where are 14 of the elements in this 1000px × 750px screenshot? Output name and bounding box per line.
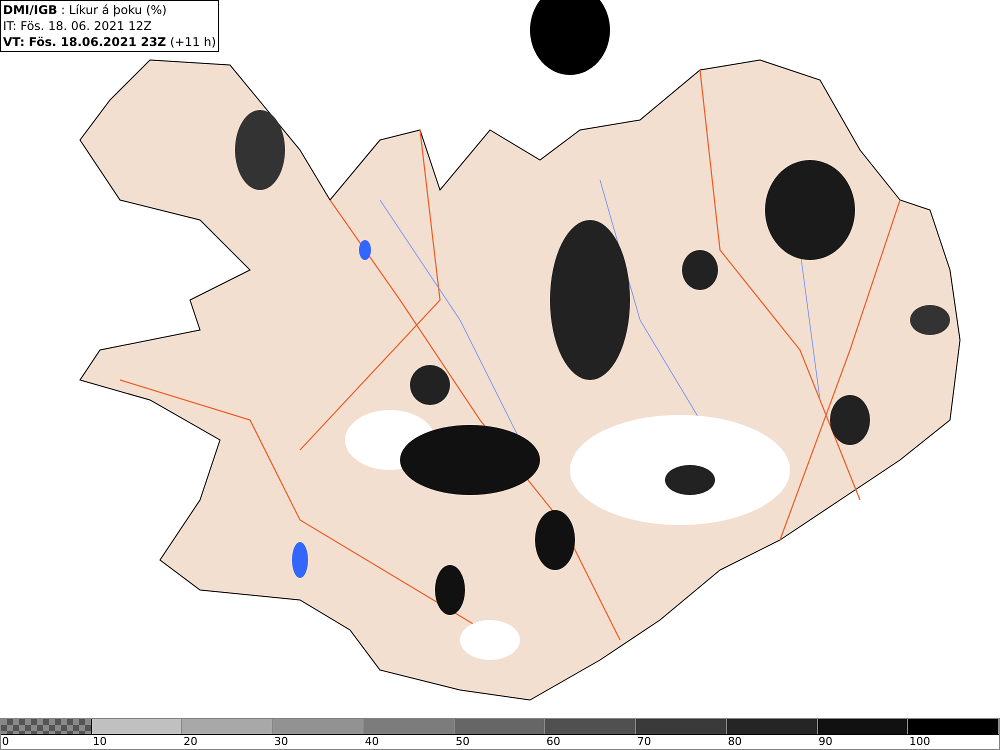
map-info-line: VT: Fös. 18.06.2021 23Z (+11 h)	[3, 34, 216, 50]
legend-label: 90	[818, 734, 908, 749]
legend-label: 10	[92, 734, 182, 749]
legend-label: 40	[364, 734, 455, 749]
legend-label: 0	[1, 734, 92, 749]
legend-label: 20	[182, 734, 274, 749]
legend-label: 100	[908, 734, 999, 749]
map-info-line: DMI/IGB : Líkur á þoku (%)	[3, 2, 168, 18]
legend-label: 70	[636, 734, 727, 749]
legend-label: 50	[454, 734, 546, 749]
map-info-line: IT: Fös. 18. 06. 2021 12Z	[3, 18, 153, 34]
legend-label: 30	[273, 734, 364, 749]
legend-label: 80	[726, 734, 818, 749]
legend-label: 60	[545, 734, 636, 749]
